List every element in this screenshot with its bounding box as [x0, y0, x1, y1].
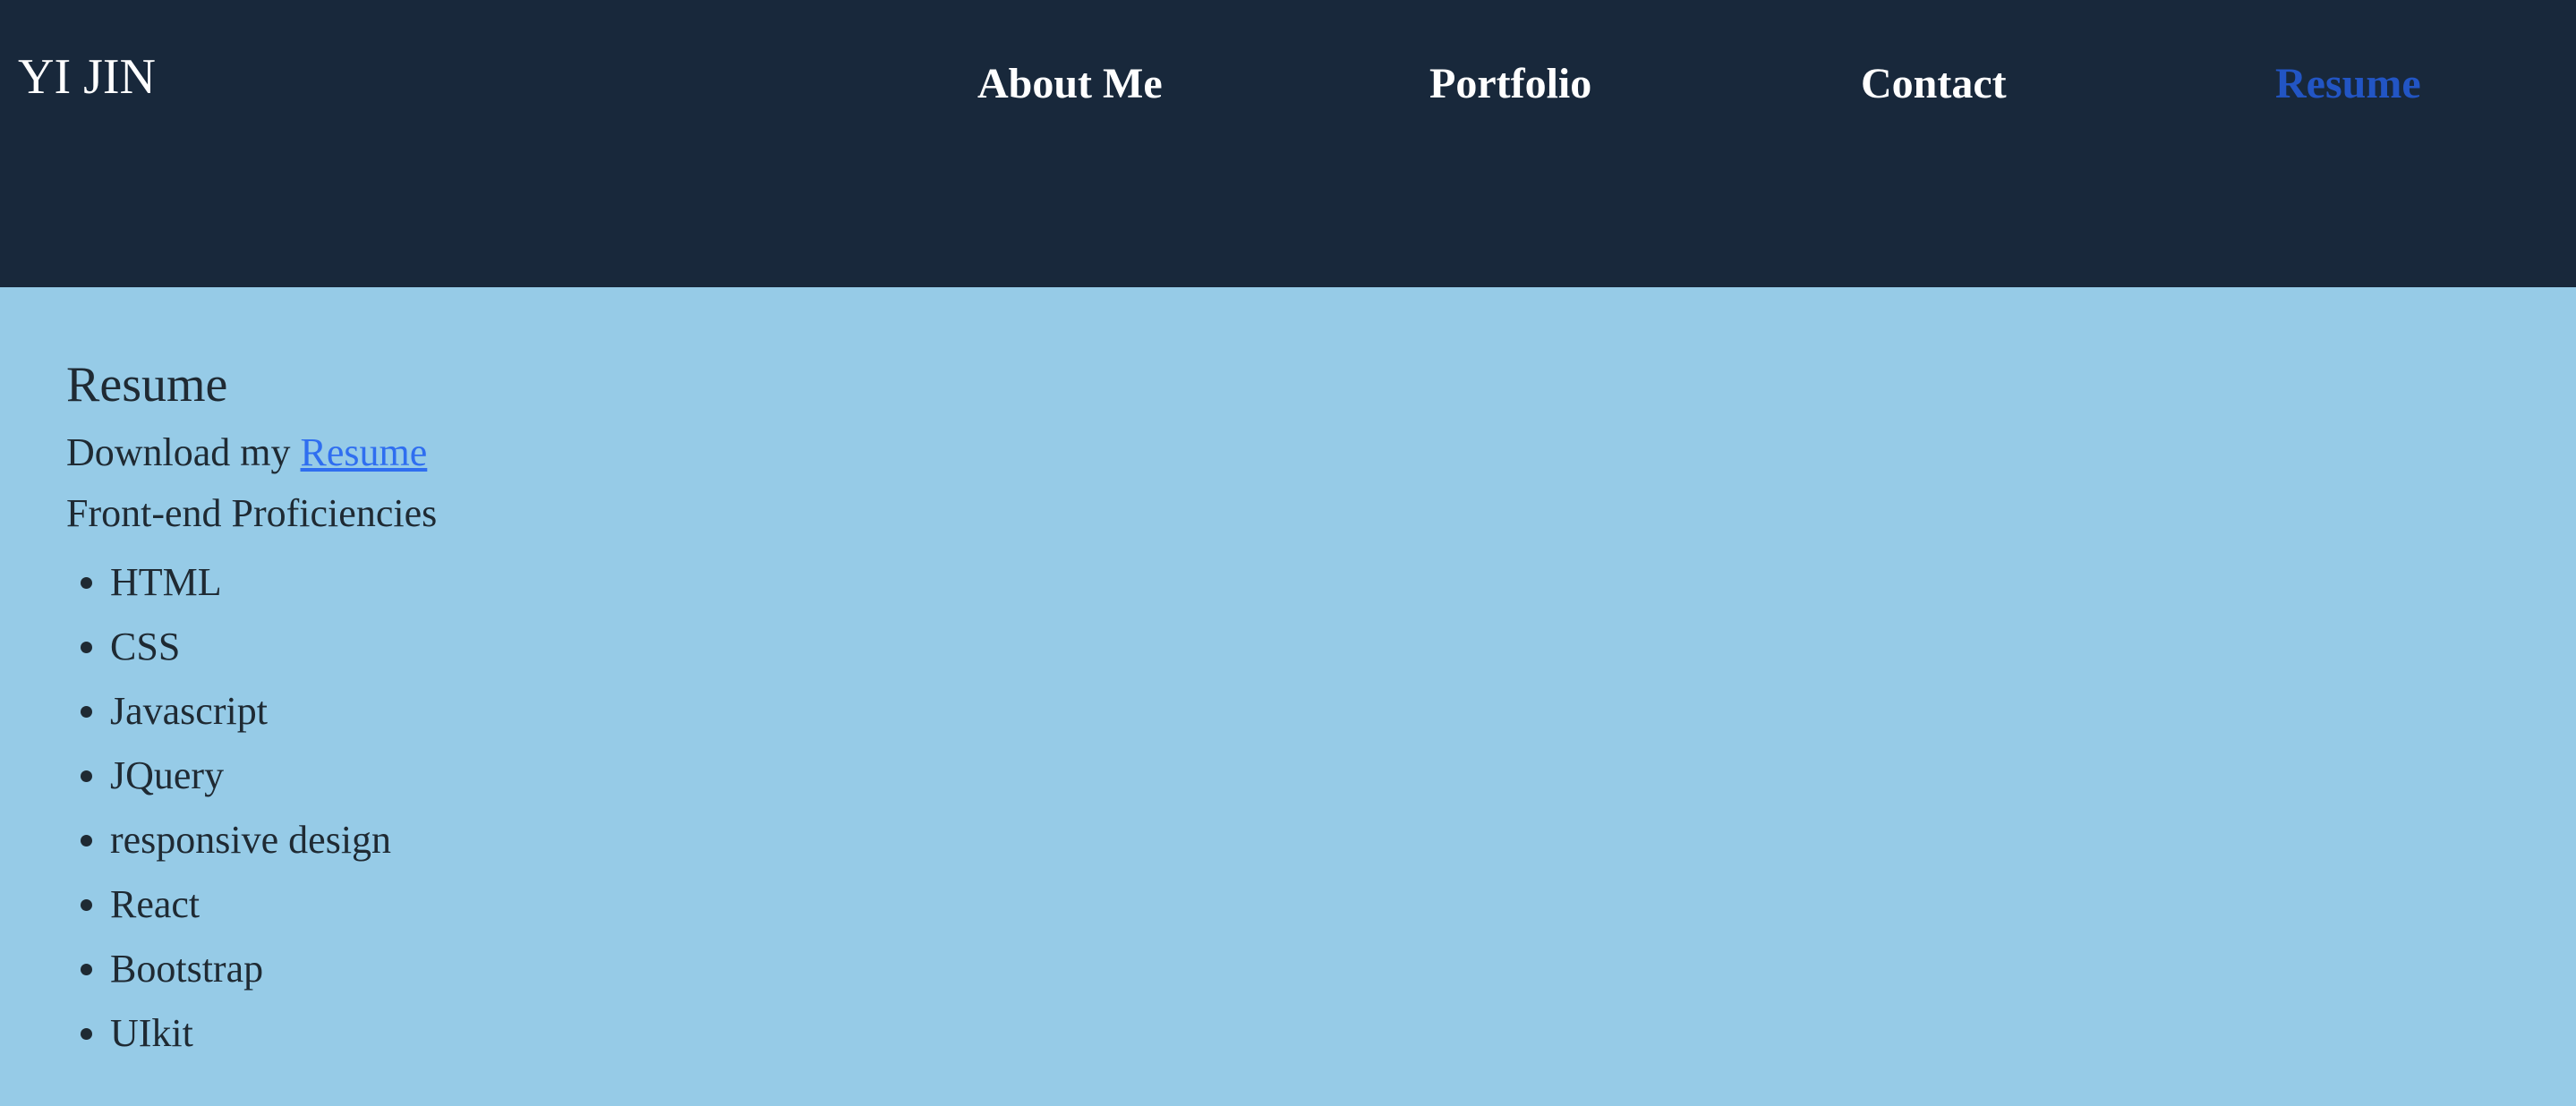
skill-item: JQuery [110, 744, 437, 808]
skill-item: UIkit [110, 1001, 437, 1066]
resume-download-link[interactable]: Resume [301, 430, 428, 474]
skill-item: HTML [110, 550, 437, 615]
download-line: Download my Resume [66, 429, 437, 477]
site-logo[interactable]: YI JIN [18, 52, 156, 102]
skill-item: responsive design [110, 808, 437, 872]
skill-item: Javascript [110, 679, 437, 744]
site-header: YI JIN About Me Portfolio Contact Resume [0, 0, 2576, 287]
page-title: Resume [66, 357, 228, 413]
nav-contact[interactable]: Contact [1861, 63, 2007, 106]
skill-item: React [110, 872, 437, 937]
skill-item: CSS [110, 615, 437, 679]
skills-list: HTML CSS Javascript JQuery responsive de… [66, 550, 437, 1066]
skill-item: Bootstrap [110, 937, 437, 1001]
nav-about-me[interactable]: About Me [977, 63, 1163, 106]
resume-section: Resume Download my Resume Front-end Prof… [66, 353, 437, 1066]
skills-heading: Front-end Proficiencies [66, 491, 438, 535]
download-prefix: Download my [66, 430, 291, 474]
nav-resume[interactable]: Resume [2275, 63, 2421, 106]
nav-portfolio[interactable]: Portfolio [1429, 63, 1591, 106]
